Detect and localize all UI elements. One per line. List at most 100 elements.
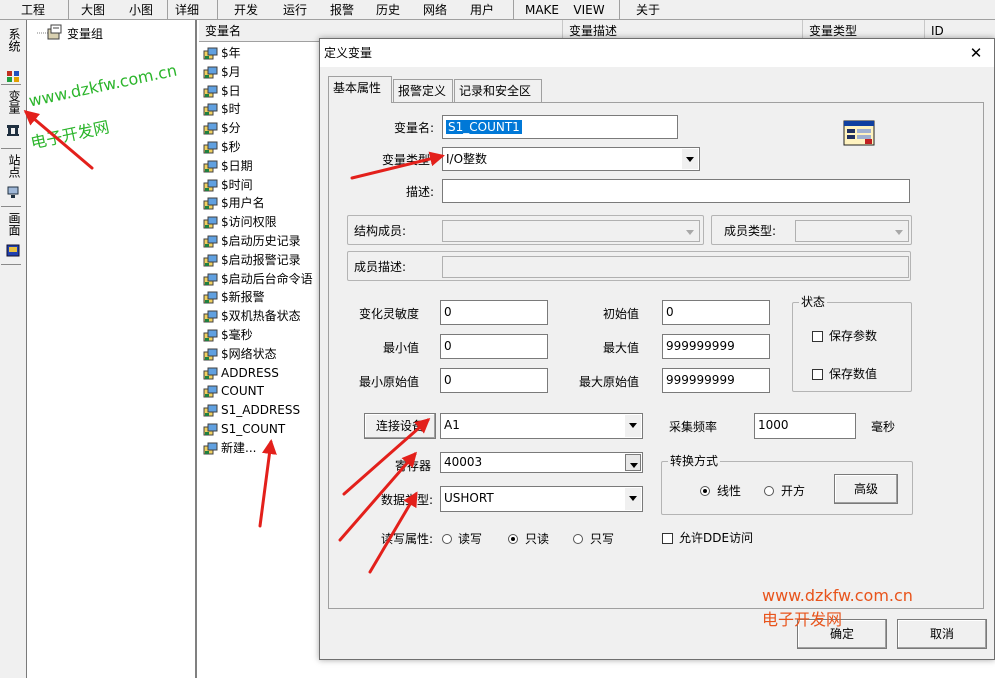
device-select[interactable]: A1 xyxy=(440,413,643,439)
max-value-label: 最大值 xyxy=(602,341,639,355)
allow-dde-label: 允许DDE访问 xyxy=(679,531,754,545)
list-item-label: $月 xyxy=(221,65,241,79)
list-item[interactable]: $日期 xyxy=(199,157,319,176)
list-item[interactable]: S1_COUNT xyxy=(199,420,319,439)
list-item[interactable]: $用户名 xyxy=(199,194,319,213)
sensitivity-input[interactable]: 0 xyxy=(440,300,548,325)
side-tab-system[interactable]: 系统 xyxy=(2,28,24,96)
min-raw-input[interactable]: 0 xyxy=(440,368,548,393)
tab-alarm-definition[interactable]: 报警定义 xyxy=(393,79,453,102)
connect-device-button[interactable]: 连接设备 xyxy=(364,413,436,439)
var-browser-icon[interactable] xyxy=(843,120,875,146)
save-values-checkbox[interactable] xyxy=(812,369,823,380)
side-tab-strip: 系统 变量 站点 画面 xyxy=(0,20,27,678)
list-item[interactable]: $网络状态 xyxy=(199,345,319,364)
menu-user[interactable]: 用户 xyxy=(465,2,499,18)
variable-item-icon xyxy=(203,367,218,380)
list-item[interactable]: $月 xyxy=(199,63,319,82)
list-item[interactable]: $秒 xyxy=(199,138,319,157)
read-only-radio[interactable] xyxy=(508,534,518,544)
tree-panel: 变量组 xyxy=(27,20,197,678)
save-values-label: 保存数值 xyxy=(829,367,878,381)
menu-large-icons[interactable]: 大图 xyxy=(76,2,110,18)
advanced-button[interactable]: 高级 xyxy=(834,474,898,504)
tab-basic-properties[interactable]: 基本属性 xyxy=(328,76,392,103)
save-params-checkbox[interactable] xyxy=(812,331,823,342)
menu-run[interactable]: 运行 xyxy=(278,2,312,18)
menu-alarm[interactable]: 报警 xyxy=(325,2,359,18)
menu-history[interactable]: 历史 xyxy=(371,2,405,18)
list-item-label: $启动后台命令语 xyxy=(221,272,313,286)
watermark-url-bottom: www.dzkfw.com.cn xyxy=(762,586,913,605)
member-desc-input xyxy=(442,256,909,278)
menu-project[interactable]: 工程 xyxy=(16,2,50,18)
close-icon[interactable]: ✕ xyxy=(966,43,986,63)
chevron-down-icon[interactable] xyxy=(625,454,641,471)
read-write-radio[interactable] xyxy=(442,534,452,544)
side-tab-variable[interactable]: 变量 xyxy=(2,90,24,150)
menu-network[interactable]: 网络 xyxy=(418,2,452,18)
sqrt-radio[interactable] xyxy=(764,486,774,496)
menu-view[interactable]: VIEW xyxy=(569,2,609,18)
list-item[interactable]: $启动报警记录 xyxy=(199,251,319,270)
var-name-input[interactable]: S1_COUNT1 xyxy=(442,115,678,139)
register-input[interactable]: 40003 xyxy=(440,452,643,473)
list-item[interactable]: COUNT xyxy=(199,382,319,401)
list-item[interactable]: $启动后台命令语 xyxy=(199,270,319,289)
list-item[interactable]: ADDRESS xyxy=(199,364,319,383)
menu-details[interactable]: 详细 xyxy=(170,2,204,18)
side-tab-station[interactable]: 站点 xyxy=(2,154,24,210)
list-item[interactable]: $新报警 xyxy=(199,288,319,307)
max-raw-input[interactable]: 999999999 xyxy=(662,368,770,393)
side-tab-station-label: 站点 xyxy=(7,154,21,178)
side-tab-screen[interactable]: 画面 xyxy=(2,212,24,264)
list-item[interactable]: $启动历史记录 xyxy=(199,232,319,251)
menu-make[interactable]: MAKE xyxy=(521,2,563,18)
description-input[interactable] xyxy=(442,179,910,203)
initial-value-input[interactable]: 0 xyxy=(662,300,770,325)
menu-develop[interactable]: 开发 xyxy=(229,2,263,18)
list-item[interactable]: $时间 xyxy=(199,176,319,195)
allow-dde-checkbox[interactable] xyxy=(662,533,673,544)
write-only-label: 只写 xyxy=(590,532,615,546)
list-item[interactable]: $毫秒 xyxy=(199,326,319,345)
variable-item-icon xyxy=(203,85,218,98)
variable-item-icon xyxy=(203,103,218,116)
menu-about[interactable]: 关于 xyxy=(631,2,665,18)
sample-rate-input[interactable]: 1000 xyxy=(754,413,856,439)
variable-item-icon xyxy=(203,47,218,60)
linear-radio[interactable] xyxy=(700,486,710,496)
list-item[interactable]: S1_ADDRESS xyxy=(199,401,319,420)
data-type-label: 数据类型: xyxy=(380,493,433,507)
dialog-title: 定义变量 xyxy=(324,46,373,60)
write-only-radio[interactable] xyxy=(573,534,583,544)
min-raw-label: 最小原始值 xyxy=(358,375,419,389)
data-type-select[interactable]: USHORT xyxy=(440,486,643,512)
var-type-select[interactable]: I/O整数 xyxy=(442,147,700,171)
max-value-input[interactable]: 999999999 xyxy=(662,334,770,359)
list-item-label: $用户名 xyxy=(221,196,265,210)
list-item-label: $秒 xyxy=(221,140,241,154)
tab-records-security[interactable]: 记录和安全区 xyxy=(454,79,542,102)
variable-item-icon xyxy=(203,197,218,210)
chevron-down-icon[interactable] xyxy=(625,415,641,437)
list-item[interactable]: $访问权限 xyxy=(199,213,319,232)
min-value-input[interactable]: 0 xyxy=(440,334,548,359)
var-type-label: 变量类型: xyxy=(381,153,434,167)
chevron-down-icon[interactable] xyxy=(682,149,698,169)
variable-item-icon xyxy=(203,179,218,192)
list-item[interactable]: $日 xyxy=(199,82,319,101)
cancel-button[interactable]: 取消 xyxy=(897,619,987,649)
list-item[interactable]: $年 xyxy=(199,44,319,63)
list-item[interactable]: 新建... xyxy=(199,439,319,458)
chevron-down-icon[interactable] xyxy=(625,488,641,510)
list-item[interactable]: $分 xyxy=(199,119,319,138)
list-item[interactable]: $双机热备状态 xyxy=(199,307,319,326)
menu-small-icons[interactable]: 小图 xyxy=(124,2,158,18)
list-item[interactable]: $时 xyxy=(199,100,319,119)
variable-item-icon xyxy=(203,423,218,436)
var-name-label: 变量名: xyxy=(393,121,434,135)
list-item-label: $时间 xyxy=(221,178,253,192)
variable-list: $年 $月 $日 $时 $分 $秒 $日期 $时间 $用户名 $访问权限 $启动历史记录 $启动报警记… xyxy=(199,42,321,678)
list-item-label: $启动历史记录 xyxy=(221,234,301,248)
